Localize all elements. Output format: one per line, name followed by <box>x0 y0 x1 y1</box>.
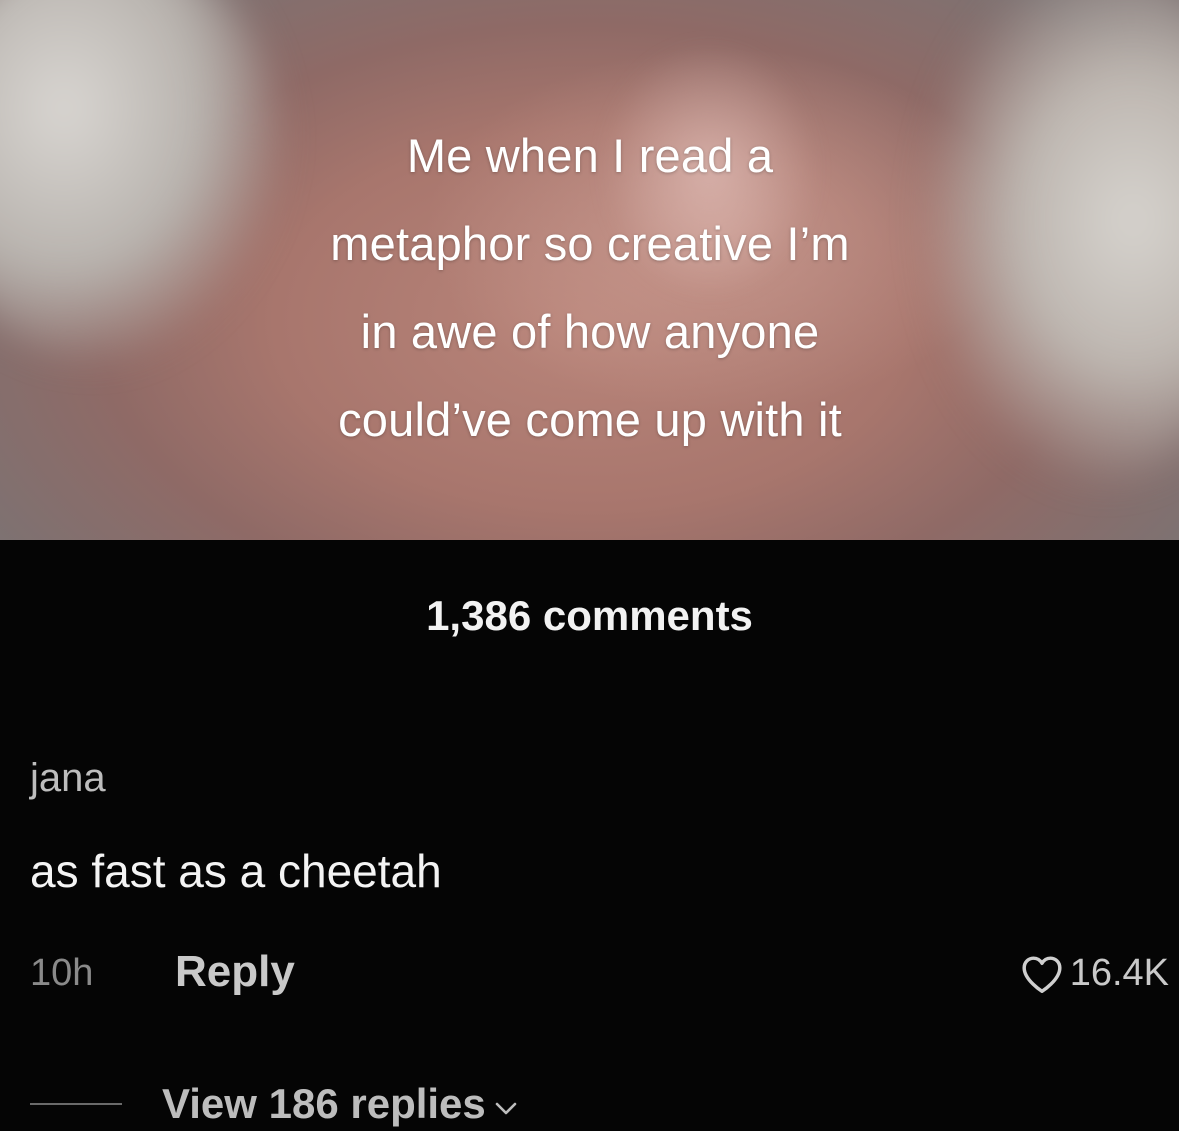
view-replies-label: View 186 replies <box>162 1080 486 1127</box>
tiktok-comments-screen: Me when I read a metaphor so creative I’… <box>0 0 1179 1131</box>
video-frame[interactable]: Me when I read a metaphor so creative I’… <box>0 0 1179 540</box>
view-replies-button[interactable]: View 186 replies <box>30 1080 518 1128</box>
comment-username[interactable]: jana <box>30 756 106 801</box>
replies-divider-line <box>30 1103 122 1105</box>
comment-timestamp: 10h <box>30 952 94 994</box>
like-button[interactable]: 16.4K <box>1020 952 1169 995</box>
chevron-down-icon <box>495 1102 517 1115</box>
comments-count-header: 1,386 comments <box>426 592 753 639</box>
video-caption-overlay: Me when I read a metaphor so creative I’… <box>330 129 850 446</box>
comment-text: as fast as a cheetah <box>30 845 442 897</box>
reply-button[interactable]: Reply <box>175 947 295 997</box>
like-count: 16.4K <box>1069 952 1169 994</box>
heart-icon <box>1022 955 1062 993</box>
